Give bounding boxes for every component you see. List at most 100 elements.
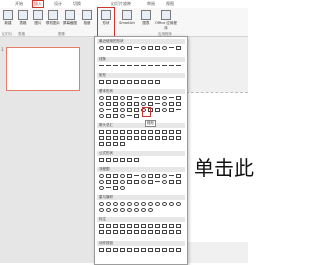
shape-option[interactable] xyxy=(147,101,153,106)
shape-option[interactable] xyxy=(154,201,160,206)
shape-option[interactable] xyxy=(119,95,125,100)
shape-option[interactable] xyxy=(154,65,160,68)
shape-option[interactable] xyxy=(133,201,139,206)
shape-option[interactable] xyxy=(133,229,139,234)
shape-option[interactable] xyxy=(105,141,111,146)
shape-option[interactable] xyxy=(112,179,118,184)
shape-option[interactable] xyxy=(154,173,160,178)
shape-option[interactable] xyxy=(161,223,167,228)
shape-option[interactable] xyxy=(126,201,132,206)
shape-option[interactable] xyxy=(112,247,118,252)
tab-insert[interactable]: 插入 xyxy=(32,0,44,8)
shape-option[interactable] xyxy=(119,107,125,112)
shape-option[interactable] xyxy=(105,173,111,178)
shape-option[interactable] xyxy=(154,129,160,134)
shape-option[interactable] xyxy=(98,201,104,206)
smartart-button[interactable]: SmartArt xyxy=(118,10,136,25)
shape-option[interactable] xyxy=(105,101,111,106)
shape-option[interactable] xyxy=(98,179,104,184)
shape-option[interactable] xyxy=(161,173,167,178)
shape-option[interactable] xyxy=(98,185,104,190)
shape-option[interactable] xyxy=(140,95,146,100)
shape-option[interactable] xyxy=(140,135,146,140)
shape-option[interactable] xyxy=(175,201,181,206)
tab-design[interactable]: 设计 xyxy=(53,1,63,7)
shape-option[interactable] xyxy=(161,229,167,234)
shape-option[interactable] xyxy=(126,173,132,178)
shape-option[interactable] xyxy=(133,175,139,178)
shape-option[interactable] xyxy=(161,95,167,100)
shape-option[interactable] xyxy=(119,179,125,184)
shape-option[interactable] xyxy=(140,129,146,134)
shape-option[interactable] xyxy=(168,129,174,134)
shape-option[interactable] xyxy=(112,207,118,212)
shape-option[interactable] xyxy=(133,101,139,106)
shape-option[interactable] xyxy=(140,179,146,184)
shape-option[interactable] xyxy=(119,113,125,118)
shape-option[interactable] xyxy=(133,47,139,50)
shape-option[interactable] xyxy=(126,45,132,50)
shape-option[interactable] xyxy=(126,79,132,84)
shape-option[interactable] xyxy=(140,45,146,50)
shape-option[interactable] xyxy=(126,247,132,252)
shape-option[interactable] xyxy=(105,65,111,68)
shape-option[interactable] xyxy=(119,129,125,134)
shape-option[interactable] xyxy=(133,223,139,228)
shape-option[interactable] xyxy=(168,223,174,228)
shape-option[interactable] xyxy=(154,79,160,84)
shape-option[interactable] xyxy=(147,247,153,252)
trapezoid-shape-highlight[interactable] xyxy=(142,107,151,117)
shape-option[interactable] xyxy=(140,79,146,84)
shape-option[interactable] xyxy=(175,65,181,68)
shape-option[interactable] xyxy=(140,223,146,228)
shape-option[interactable] xyxy=(105,109,111,112)
shape-option[interactable] xyxy=(140,247,146,252)
shape-option[interactable] xyxy=(133,129,139,134)
shape-option[interactable] xyxy=(98,207,104,212)
shape-option[interactable] xyxy=(147,129,153,134)
shape-option[interactable] xyxy=(175,129,181,134)
shape-option[interactable] xyxy=(105,113,111,118)
shape-option[interactable] xyxy=(147,173,153,178)
shape-option[interactable] xyxy=(161,101,167,106)
shape-option[interactable] xyxy=(105,79,111,84)
shape-option[interactable] xyxy=(133,157,139,162)
shape-option[interactable] xyxy=(119,135,125,140)
shape-option[interactable] xyxy=(140,65,146,68)
shape-option[interactable] xyxy=(147,65,153,68)
shape-option[interactable] xyxy=(126,223,132,228)
album-button[interactable]: 相册 xyxy=(80,10,94,26)
shape-option[interactable] xyxy=(98,65,104,68)
shape-option[interactable] xyxy=(168,97,174,100)
shape-option[interactable] xyxy=(133,179,139,184)
shape-option[interactable] xyxy=(105,95,111,100)
shape-option[interactable] xyxy=(126,129,132,134)
shape-option[interactable] xyxy=(147,207,153,212)
shape-option[interactable] xyxy=(112,101,118,106)
shape-option[interactable] xyxy=(98,223,104,228)
tab-slideshow[interactable]: 幻灯片放映 xyxy=(110,1,132,7)
shape-option[interactable] xyxy=(133,97,139,100)
shape-option[interactable] xyxy=(175,229,181,234)
shape-option[interactable] xyxy=(98,135,104,140)
shape-option[interactable] xyxy=(133,113,139,118)
shape-option[interactable] xyxy=(168,201,174,206)
shape-option[interactable] xyxy=(154,107,160,112)
shape-option[interactable] xyxy=(119,229,125,234)
shape-option[interactable] xyxy=(119,247,125,252)
shape-option[interactable] xyxy=(140,173,146,178)
shape-option[interactable] xyxy=(147,45,153,50)
shape-option[interactable] xyxy=(119,79,125,84)
shape-option[interactable] xyxy=(105,135,111,140)
shape-option[interactable] xyxy=(98,101,104,106)
shape-option[interactable] xyxy=(154,181,160,184)
shape-option[interactable] xyxy=(126,179,132,184)
shape-option[interactable] xyxy=(119,207,125,212)
shape-option[interactable] xyxy=(112,107,118,112)
shape-option[interactable] xyxy=(105,179,111,184)
shape-option[interactable] xyxy=(161,179,167,184)
shape-option[interactable] xyxy=(119,65,125,68)
shape-option[interactable] xyxy=(126,135,132,140)
shape-option[interactable] xyxy=(112,95,118,100)
office-apps-button[interactable]: Office 应用程序 xyxy=(154,10,178,31)
